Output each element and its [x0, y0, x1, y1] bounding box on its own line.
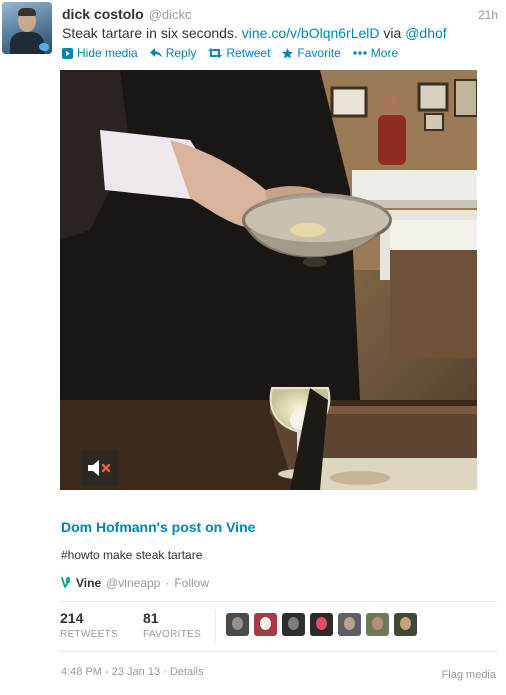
favoriter-avatar[interactable] — [254, 613, 277, 636]
favorites-label: FAVORITES — [143, 629, 202, 640]
play-media-icon — [62, 47, 73, 59]
retweets-label: RETWEETS — [60, 629, 118, 640]
avatar[interactable] — [2, 2, 52, 54]
twitter-bird-icon — [39, 43, 49, 51]
author-row: dick costolo @dickc — [62, 6, 192, 24]
vine-video[interactable] — [60, 70, 477, 490]
reply-icon — [149, 48, 162, 58]
video-frame-image — [60, 70, 477, 490]
hide-media-label: Hide media — [77, 46, 138, 60]
mute-button[interactable] — [81, 450, 119, 486]
vine-link[interactable]: vine.co/v/bOlqn6rLelD — [242, 25, 380, 41]
more-button[interactable]: More — [353, 46, 398, 60]
stats-separator — [215, 610, 216, 642]
star-icon — [282, 47, 294, 59]
card-separator: · — [165, 576, 170, 590]
favoriter-avatar[interactable] — [282, 613, 305, 636]
favoriter-avatar[interactable] — [394, 613, 417, 636]
favorites-count: 81 — [143, 610, 159, 626]
reply-label: Reply — [165, 46, 197, 60]
tweet-actions: Hide media Reply Retweet Favorite More — [62, 45, 398, 61]
tweet-text: Steak tartare in six seconds. vine.co/v/… — [62, 25, 447, 41]
retweets-count: 214 — [60, 610, 84, 626]
speaker-muted-icon — [88, 460, 111, 476]
hide-media-button[interactable]: Hide media — [62, 46, 138, 60]
author-handle[interactable]: @dickc — [149, 7, 192, 22]
reply-button[interactable]: Reply — [149, 46, 197, 60]
tweet-full-time[interactable]: 4:48 PM - 23 Jan 13 — [61, 666, 160, 678]
retweet-label: Retweet — [226, 46, 271, 60]
favoriter-avatar[interactable] — [338, 613, 361, 636]
vine-logo-icon — [61, 577, 71, 588]
favoriter-avatar[interactable] — [366, 613, 389, 636]
favoriter-avatar[interactable] — [310, 613, 333, 636]
more-label: More — [370, 46, 399, 60]
divider-bottom — [60, 651, 498, 652]
card-attribution: Vine @vineapp · Follow — [61, 576, 209, 590]
follow-link[interactable]: Follow — [174, 576, 209, 590]
tweet-stats: 214 RETWEETS 81 FAVORITES — [60, 610, 226, 640]
favoriter-avatars — [226, 613, 417, 636]
tweet-timestamp[interactable]: 21h — [478, 8, 498, 22]
retweet-button[interactable]: Retweet — [208, 46, 270, 60]
more-dots-icon — [353, 51, 367, 55]
details-link[interactable]: Details — [170, 666, 204, 678]
favorite-button[interactable]: Favorite — [282, 46, 341, 60]
favorite-label: Favorite — [297, 46, 341, 60]
mention-link[interactable]: @dhof — [405, 25, 446, 41]
footer-separator: · — [163, 666, 167, 678]
tweet-footer-time: 4:48 PM - 23 Jan 13 · Details — [61, 666, 203, 678]
tweet: dick costolo @dickc 21h Steak tartare in… — [0, 0, 506, 695]
card-description: #howto make steak tartare — [61, 548, 203, 562]
divider-top — [60, 601, 498, 602]
card-title[interactable]: Dom Hofmann's post on Vine — [61, 519, 255, 535]
retweets-stat[interactable]: 214 RETWEETS — [60, 610, 143, 640]
card-site-name[interactable]: Vine — [76, 576, 101, 590]
favorites-stat[interactable]: 81 FAVORITES — [143, 610, 226, 640]
favoriter-avatar[interactable] — [226, 613, 249, 636]
tweet-text-prefix: Steak tartare in six seconds. — [62, 25, 242, 41]
card-site-handle[interactable]: @vineapp — [106, 576, 160, 590]
retweet-icon — [208, 48, 223, 58]
flag-media-link[interactable]: Flag media — [442, 669, 496, 681]
tweet-text-via: via — [379, 25, 406, 41]
author-name[interactable]: dick costolo — [62, 6, 144, 22]
